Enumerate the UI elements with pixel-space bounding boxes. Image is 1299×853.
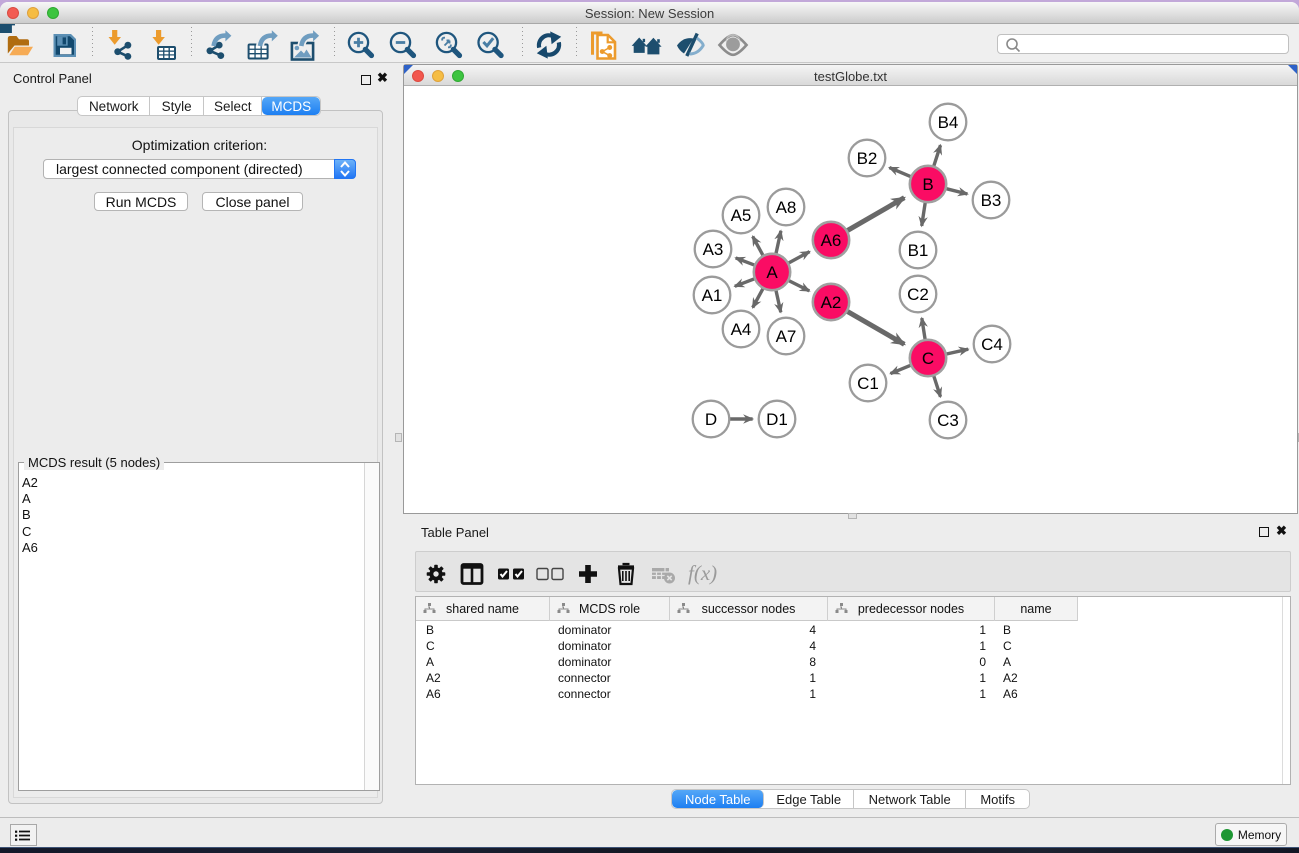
svg-text:A7: A7: [776, 327, 797, 346]
svg-text:C: C: [922, 349, 934, 368]
svg-text:A1: A1: [702, 286, 723, 305]
svg-text:A8: A8: [776, 198, 797, 217]
svg-text:A: A: [766, 263, 778, 282]
svg-text:D1: D1: [766, 410, 788, 429]
svg-text:B: B: [922, 175, 933, 194]
svg-text:C4: C4: [981, 335, 1003, 354]
svg-text:B4: B4: [938, 113, 959, 132]
svg-text:B1: B1: [908, 241, 929, 260]
svg-text:B3: B3: [981, 191, 1002, 210]
svg-text:A5: A5: [731, 206, 752, 225]
svg-text:D: D: [705, 410, 717, 429]
svg-text:A4: A4: [731, 320, 752, 339]
svg-text:B2: B2: [857, 149, 878, 168]
svg-text:A3: A3: [703, 240, 724, 259]
svg-text:C1: C1: [857, 374, 879, 393]
svg-text:C2: C2: [907, 285, 929, 304]
svg-text:A2: A2: [821, 293, 842, 312]
svg-text:C3: C3: [937, 411, 959, 430]
svg-text:A6: A6: [821, 231, 842, 250]
